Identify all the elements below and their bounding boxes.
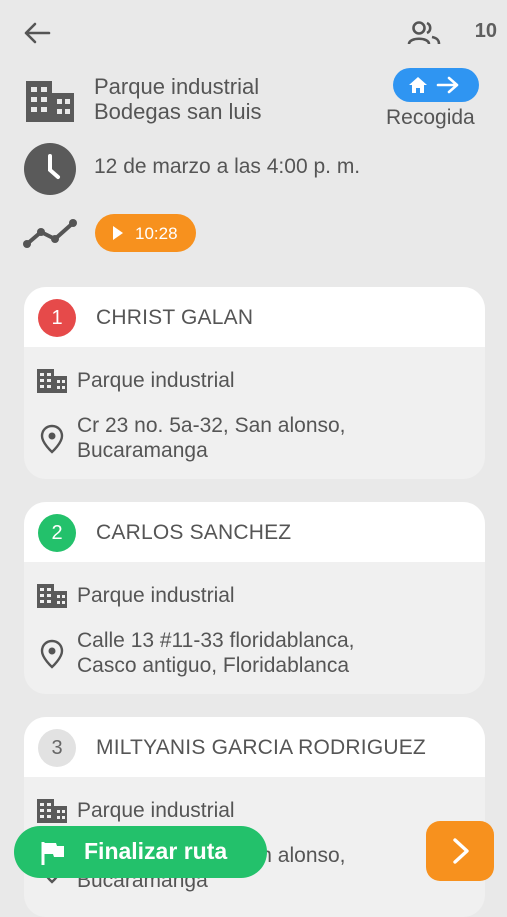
passengers-icon (407, 21, 441, 45)
passenger-count: 10 (474, 20, 497, 42)
passenger-number-badge: 3 (38, 729, 76, 767)
passenger-name: CARLOS SANCHEZ (96, 521, 292, 544)
home-arrow-icon (409, 76, 459, 94)
finish-route-button[interactable]: Finalizar ruta (14, 826, 267, 878)
location-pin-icon (40, 424, 64, 454)
play-icon (113, 226, 123, 240)
passenger-number-badge: 1 (38, 299, 76, 337)
chevron-right-icon (453, 838, 469, 864)
clock-icon (24, 143, 76, 195)
flag-icon (41, 842, 64, 865)
passenger-card-header: 2 CARLOS SANCHEZ (24, 502, 485, 562)
passenger-place: Parque industrial (77, 584, 235, 607)
passenger-address-line2: Casco antiguo, Floridablanca (77, 654, 349, 677)
pickup-address: Parque industrial Bodegas san luis (94, 74, 262, 124)
passenger-card[interactable]: 2 CARLOS SANCHEZ Parque industrial Calle… (24, 502, 485, 694)
route-timer[interactable]: 10:28 (95, 214, 196, 252)
location-pin-icon (40, 639, 64, 669)
pickup-direction-button[interactable] (393, 68, 479, 102)
building-icon (26, 81, 74, 122)
building-icon (37, 369, 67, 393)
passenger-place: Parque industrial (77, 369, 235, 392)
back-arrow-icon[interactable] (22, 18, 52, 48)
passenger-card[interactable]: 1 CHRIST GALAN Parque industrial Cr 23 n… (24, 287, 485, 479)
pickup-address-line2: Bodegas san luis (94, 99, 262, 124)
passenger-name: CHRIST GALAN (96, 306, 254, 329)
passenger-address: Cr 23 no. 5a-32, San alonso, Bucaramanga (77, 413, 346, 463)
trip-type-label: Recogida (386, 106, 475, 129)
pickup-datetime: 12 de marzo a las 4:00 p. m. (94, 155, 361, 178)
passenger-address-line1: Calle 13 #11-33 floridablanca, (77, 629, 355, 652)
passenger-place: Parque industrial (77, 799, 235, 822)
passenger-number-badge: 2 (38, 514, 76, 552)
pickup-address-line1: Parque industrial (94, 74, 260, 99)
passenger-card[interactable]: 3 MILTYANIS GARCIA RODRIGUEZ Parque indu… (24, 717, 485, 917)
timer-value: 10:28 (135, 224, 178, 243)
building-icon (37, 584, 67, 608)
passenger-address-line2: Bucaramanga (77, 439, 208, 462)
passenger-card-header: 1 CHRIST GALAN (24, 287, 485, 347)
passenger-address: Calle 13 #11-33 floridablanca, Casco ant… (77, 628, 354, 678)
building-icon (37, 799, 67, 823)
passenger-card-header: 3 MILTYANIS GARCIA RODRIGUEZ (24, 717, 485, 777)
top-bar: 10 (0, 0, 507, 64)
finish-route-label: Finalizar ruta (84, 838, 228, 864)
passenger-address-line1: Cr 23 no. 5a-32, San alonso, (77, 414, 346, 437)
passenger-name: MILTYANIS GARCIA RODRIGUEZ (96, 736, 426, 759)
next-button[interactable] (426, 821, 494, 881)
route-icon (23, 219, 77, 248)
